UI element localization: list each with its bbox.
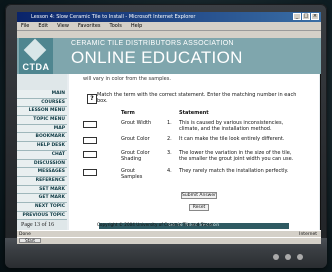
window-titlebar: Lesson 4: Slow Ceramic Tile to Install -… [17, 12, 321, 22]
submit-answer-button[interactable]: Submit Answer [181, 192, 217, 199]
nav-reference[interactable]: REFERENCE [17, 176, 67, 186]
power-button[interactable] [297, 254, 303, 260]
power-led [273, 254, 279, 260]
menu-view[interactable]: View [57, 22, 69, 30]
menu-help[interactable]: Help [131, 22, 142, 30]
nav-discussion[interactable]: DISCUSSION [17, 159, 67, 169]
reset-button[interactable]: Reset [189, 204, 209, 211]
maximize-button[interactable]: □ [302, 13, 310, 20]
nav-chat[interactable]: CHAT [17, 150, 67, 160]
nav-get-mark[interactable]: GET MARK [17, 194, 67, 203]
nav-set-mark[interactable]: SET MARK [17, 185, 67, 195]
nav-next-topic[interactable]: NEXT TOPIC [17, 202, 67, 212]
start-button[interactable]: Start [19, 238, 41, 243]
term-column-header: Term [121, 110, 135, 116]
brand-title: ONLINE EDUCATION [71, 48, 243, 67]
content-topline: will vary in color from the samples. [83, 76, 171, 82]
nav-help-desk[interactable]: HELP DESK [17, 142, 67, 151]
nav-previous-topic[interactable]: PREVIOUS TOPIC [17, 211, 67, 221]
answer-box-grout-color[interactable] [83, 137, 97, 144]
photo-scene: Lesson 4: Slow Ceramic Tile to Install -… [0, 0, 332, 272]
ctda-logo: CTDA [19, 38, 53, 74]
logo-diamond-icon [23, 38, 47, 62]
menu-file[interactable]: File [21, 22, 29, 30]
statement-text: It can make the tile look entirely diffe… [179, 136, 285, 142]
answer-box-grout-width[interactable] [83, 121, 97, 128]
answer-box-grout-samples[interactable] [83, 169, 97, 176]
logo-text: CTDA [22, 62, 50, 72]
menu-tools[interactable]: Tools [110, 22, 122, 30]
nav-bookmark[interactable]: BOOKMARK [17, 133, 67, 143]
statement-text: This is caused by various inconsistencie… [179, 120, 284, 132]
question-icon: ? [87, 94, 97, 104]
statement-column-header: Statement [179, 110, 209, 116]
answer-box-grout-color-shading[interactable] [83, 151, 97, 158]
term-label: Grout Samples [121, 168, 143, 180]
copyright-text: Copyright © 2004 University of Ceramic T… [97, 222, 213, 227]
term-label: Grout Width [121, 120, 152, 126]
statement-text: They rarely match the installation perfe… [179, 168, 289, 174]
taskbar: Start [17, 237, 321, 244]
screen: Lesson 4: Slow Ceramic Tile to Install -… [17, 12, 321, 244]
sidebar-nav: MAIN COURSES LESSON MENU TOPIC MENU MAP … [17, 90, 67, 221]
menu-edit[interactable]: Edit [38, 22, 48, 30]
nav-lesson-menu[interactable]: LESSON MENU [17, 107, 67, 117]
menu-bar: File Edit View Favorites Tools Help [17, 22, 321, 31]
statement-text: The lower the variation in the size of t… [179, 150, 294, 162]
statement-number: 3. [167, 150, 172, 156]
menu-favorites[interactable]: Favorites [78, 22, 101, 30]
nav-courses[interactable]: COURSES [17, 98, 67, 108]
monitor: Lesson 4: Slow Ceramic Tile to Install -… [5, 4, 327, 268]
minimize-button[interactable]: _ [293, 13, 301, 20]
nav-messages[interactable]: MESSAGES [17, 168, 67, 177]
term-label: Grout Color Shading [121, 150, 150, 162]
page-indicator: Page 13 of 16 [21, 222, 55, 228]
term-label: Grout Color [121, 136, 150, 142]
association-name: CERAMIC TILE DISTRIBUTORS ASSOCIATION [71, 40, 234, 47]
statement-number: 4. [167, 168, 172, 174]
window-title: Lesson 4: Slow Ceramic Tile to Install -… [31, 14, 196, 20]
nav-map[interactable]: MAP [17, 124, 67, 134]
menu-button[interactable] [285, 254, 291, 260]
statement-number: 1. [167, 120, 172, 126]
nav-topic-menu[interactable]: TOPIC MENU [17, 116, 67, 125]
instructions: Match the term with the correct statemen… [97, 92, 297, 104]
lesson-content: will vary in color from the samples. ? M… [69, 74, 319, 230]
statement-number: 2. [167, 136, 172, 142]
close-button[interactable]: × [311, 13, 319, 20]
nav-main[interactable]: MAIN [17, 90, 67, 99]
